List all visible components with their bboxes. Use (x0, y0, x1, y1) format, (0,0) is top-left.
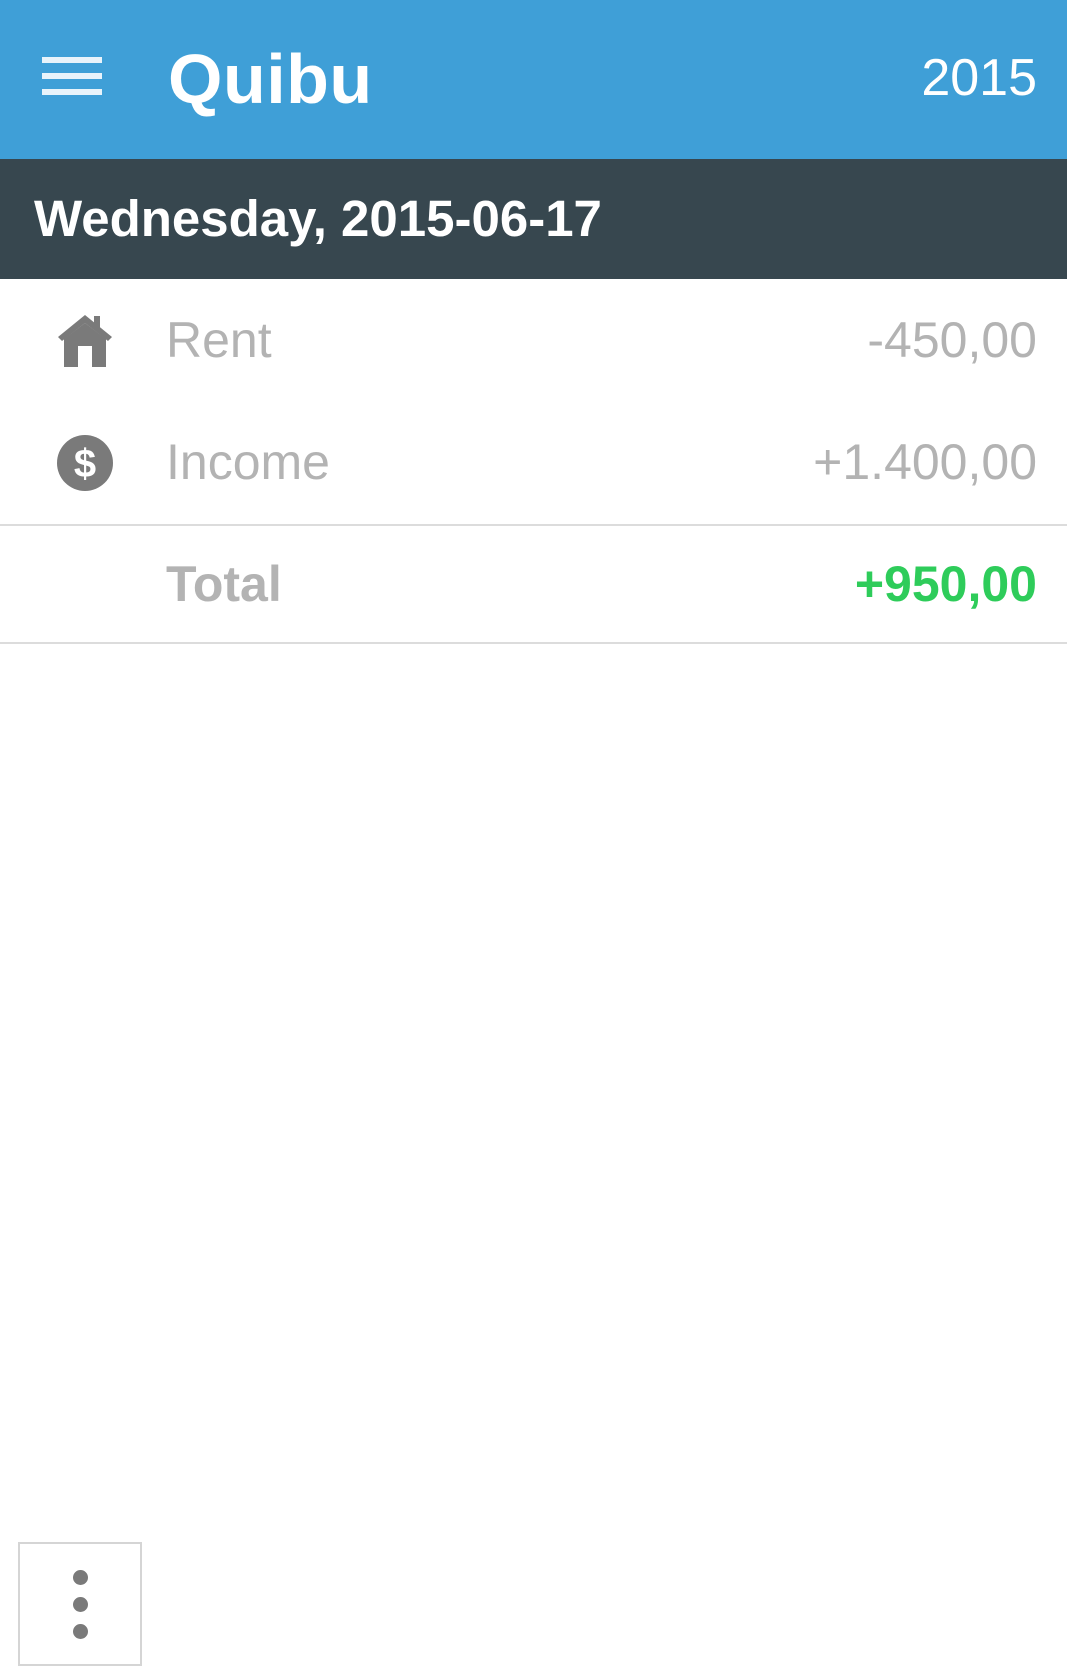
year-selector[interactable]: 2015 (921, 46, 1037, 110)
svg-text:$: $ (74, 442, 96, 486)
app-bar: Quibu 2015 (0, 0, 1067, 159)
hamburger-menu-icon (42, 57, 102, 63)
dollar-icon: $ (57, 435, 113, 491)
house-icon (58, 315, 112, 367)
entry-label: Rent (166, 312, 272, 368)
app-title: Quibu (168, 40, 373, 118)
divider (0, 642, 1067, 644)
more-vertical-icon (72, 1569, 88, 1585)
hamburger-menu-icon-bar (42, 73, 102, 79)
overflow-menu-button[interactable] (18, 1542, 142, 1666)
divider (0, 524, 1067, 526)
total-amount: +950,00 (854, 556, 1037, 612)
more-vertical-icon-dot (72, 1623, 88, 1639)
date-header: Wednesday, 2015-06-17 (0, 159, 1067, 279)
screen: Quibu 2015 Wednesday, 2015-06-17 Rent -4… (0, 0, 1067, 1680)
total-label: Total (166, 556, 282, 612)
menu-button[interactable] (30, 40, 114, 112)
list-item-rent[interactable]: Rent -450,00 (0, 279, 1067, 401)
more-vertical-icon-dot (72, 1596, 88, 1612)
entry-amount: -450,00 (867, 312, 1037, 368)
total-row: Total +950,00 (0, 528, 1067, 642)
list-item-income[interactable]: $ Income +1.400,00 (0, 401, 1067, 523)
entry-amount: +1.400,00 (813, 434, 1037, 490)
entry-label: Income (166, 434, 330, 490)
hamburger-menu-icon-bar (42, 89, 102, 95)
date-title: Wednesday, 2015-06-17 (34, 190, 602, 247)
